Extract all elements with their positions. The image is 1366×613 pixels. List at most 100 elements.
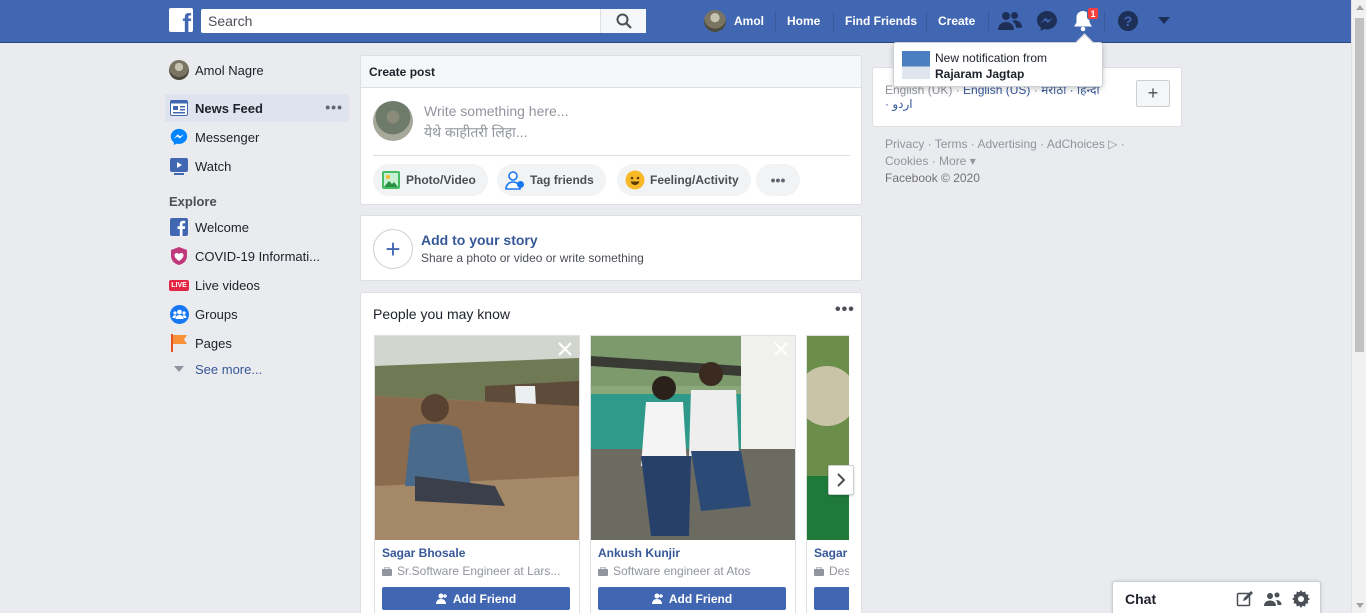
notification-message: New notification from (935, 51, 1048, 65)
divider (833, 11, 834, 31)
page-scrollbar[interactable] (1351, 0, 1366, 613)
divider (926, 11, 927, 31)
more-options-button[interactable]: ••• (756, 164, 800, 196)
help-button[interactable]: ? (1116, 10, 1140, 32)
notification-popup[interactable]: New notification from Rajaram Jagtap (893, 42, 1103, 87)
search-input[interactable] (208, 13, 588, 29)
person-photo-image (591, 336, 795, 540)
people-you-may-know-card: People you may know ••• Sagar Bhosale Sr… (360, 292, 862, 613)
sidebar-item-news-feed[interactable]: News Feed ••• (165, 94, 349, 122)
live-badge: LIVE (169, 279, 189, 291)
person-photo[interactable] (591, 336, 795, 540)
sidebar-item-profile[interactable]: Amol Nagre (165, 56, 349, 84)
sidebar-item-live-videos[interactable]: LIVE Live videos (165, 271, 349, 299)
avatar (373, 101, 413, 141)
divider (988, 11, 989, 31)
footer-links-line-1[interactable]: Privacy · Terms · Advertising · AdChoice… (885, 136, 1125, 153)
person-name[interactable]: Ankush Kunjir (598, 546, 680, 560)
sidebar-item-messenger[interactable]: Messenger (165, 123, 349, 151)
covid-heart-icon (169, 246, 189, 266)
person-work: Des (814, 564, 849, 578)
chevron-right-icon (837, 473, 845, 487)
person-work-text: Software engineer at Atos (613, 564, 751, 578)
search-button[interactable] (600, 9, 646, 33)
carousel-next-button[interactable] (828, 465, 854, 495)
add-friend-icon (651, 593, 663, 604)
messenger-icon (1037, 11, 1057, 31)
person-name[interactable]: Sagar (814, 546, 847, 560)
friend-requests-button[interactable] (998, 10, 1022, 32)
avatar (169, 60, 189, 80)
caret-down-icon (1158, 17, 1170, 24)
tag-friends-button[interactable]: Tag friends (497, 164, 606, 196)
add-friend-button[interactable]: Add Friend (382, 587, 570, 610)
add-friend-button[interactable]: Add Friend (598, 587, 786, 610)
news-feed-options-button[interactable]: ••• (325, 100, 343, 114)
chat-label: Chat (1125, 591, 1157, 607)
create-post-card: Create post Write something here... येथे… (360, 55, 862, 205)
news-feed-icon (169, 98, 189, 118)
sidebar-item-pages[interactable]: Pages (165, 329, 349, 357)
sidebar-item-covid[interactable]: COVID-19 Informati... (165, 242, 349, 270)
home-link[interactable]: Home (787, 14, 820, 28)
facebook-icon (169, 217, 189, 237)
divider (775, 11, 776, 31)
person-work: Software engineer at Atos (598, 564, 788, 578)
add-friend-label: Add Friend (668, 591, 733, 606)
scroll-up-arrow[interactable] (1356, 5, 1364, 10)
sidebar-item-label: Welcome (195, 219, 249, 235)
profile-name: Amol (734, 14, 764, 28)
scrollbar-thumb[interactable] (1355, 18, 1364, 352)
groups-icon (169, 304, 189, 324)
top-navigation-bar: f Amol Home Find Friends Create 1 ? (0, 0, 1351, 43)
account-menu-button[interactable] (1152, 10, 1176, 32)
sidebar-item-label: Live videos (195, 277, 261, 293)
pymk-options-button[interactable]: ••• (835, 302, 855, 318)
create-link[interactable]: Create (938, 14, 975, 28)
profile-link[interactable]: Amol (704, 9, 764, 33)
person-photo[interactable] (375, 336, 579, 540)
footer-links-line-2[interactable]: Cookies · More ▾ (885, 153, 1125, 170)
sidebar-item-welcome[interactable]: Welcome (165, 213, 349, 241)
close-icon[interactable] (773, 341, 789, 357)
gear-icon[interactable] (1292, 590, 1310, 608)
messenger-button[interactable] (1035, 10, 1059, 32)
sidebar-item-see-more[interactable]: See more... (165, 355, 349, 383)
sidebar-item-groups[interactable]: Groups (165, 300, 349, 328)
new-message-icon[interactable] (1236, 590, 1254, 608)
facebook-logo[interactable]: f (169, 8, 193, 32)
add-friend-button[interactable] (814, 587, 849, 610)
language-urdu[interactable]: · اردو (885, 97, 913, 111)
find-friends-link[interactable]: Find Friends (845, 14, 917, 28)
composer-placeholder-english: Write something here... (424, 103, 569, 119)
divider (1104, 11, 1105, 31)
profile-avatar (169, 60, 189, 80)
briefcase-icon (382, 566, 392, 576)
sidebar-item-label: Messenger (195, 129, 260, 145)
sidebar-item-label: News Feed (195, 100, 263, 116)
feeling-activity-button[interactable]: Feeling/Activity (617, 164, 751, 196)
add-language-button[interactable]: + (1136, 80, 1170, 107)
explore-heading: Explore (169, 194, 217, 209)
create-group-icon[interactable] (1264, 590, 1282, 608)
svg-text:?: ? (1124, 13, 1133, 29)
sidebar-item-watch[interactable]: Watch (165, 152, 349, 180)
photo-icon (382, 171, 400, 189)
friend-requests-icon (998, 12, 1022, 30)
person-photo[interactable] (807, 336, 849, 540)
divider (373, 155, 850, 156)
chevron-down-icon (169, 359, 189, 379)
post-composer-input[interactable]: Write something here... येथे काहीतरी लिह… (424, 101, 568, 143)
photo-video-label: Photo/Video (406, 173, 476, 187)
chat-bar[interactable]: Chat (1112, 581, 1321, 613)
create-post-header: Create post (361, 56, 861, 88)
person-work-text: Sr.Software Engineer at Lars... (397, 564, 561, 578)
notification-avatar (902, 51, 930, 79)
copyright: Facebook © 2020 (885, 171, 980, 185)
scroll-down-arrow[interactable] (1356, 603, 1364, 608)
tag-friends-label: Tag friends (530, 173, 594, 187)
add-story-card[interactable]: + Add to your story Share a photo or vid… (360, 215, 862, 281)
photo-video-button[interactable]: Photo/Video (373, 164, 488, 196)
person-name[interactable]: Sagar Bhosale (382, 546, 465, 560)
close-icon[interactable] (557, 341, 573, 357)
